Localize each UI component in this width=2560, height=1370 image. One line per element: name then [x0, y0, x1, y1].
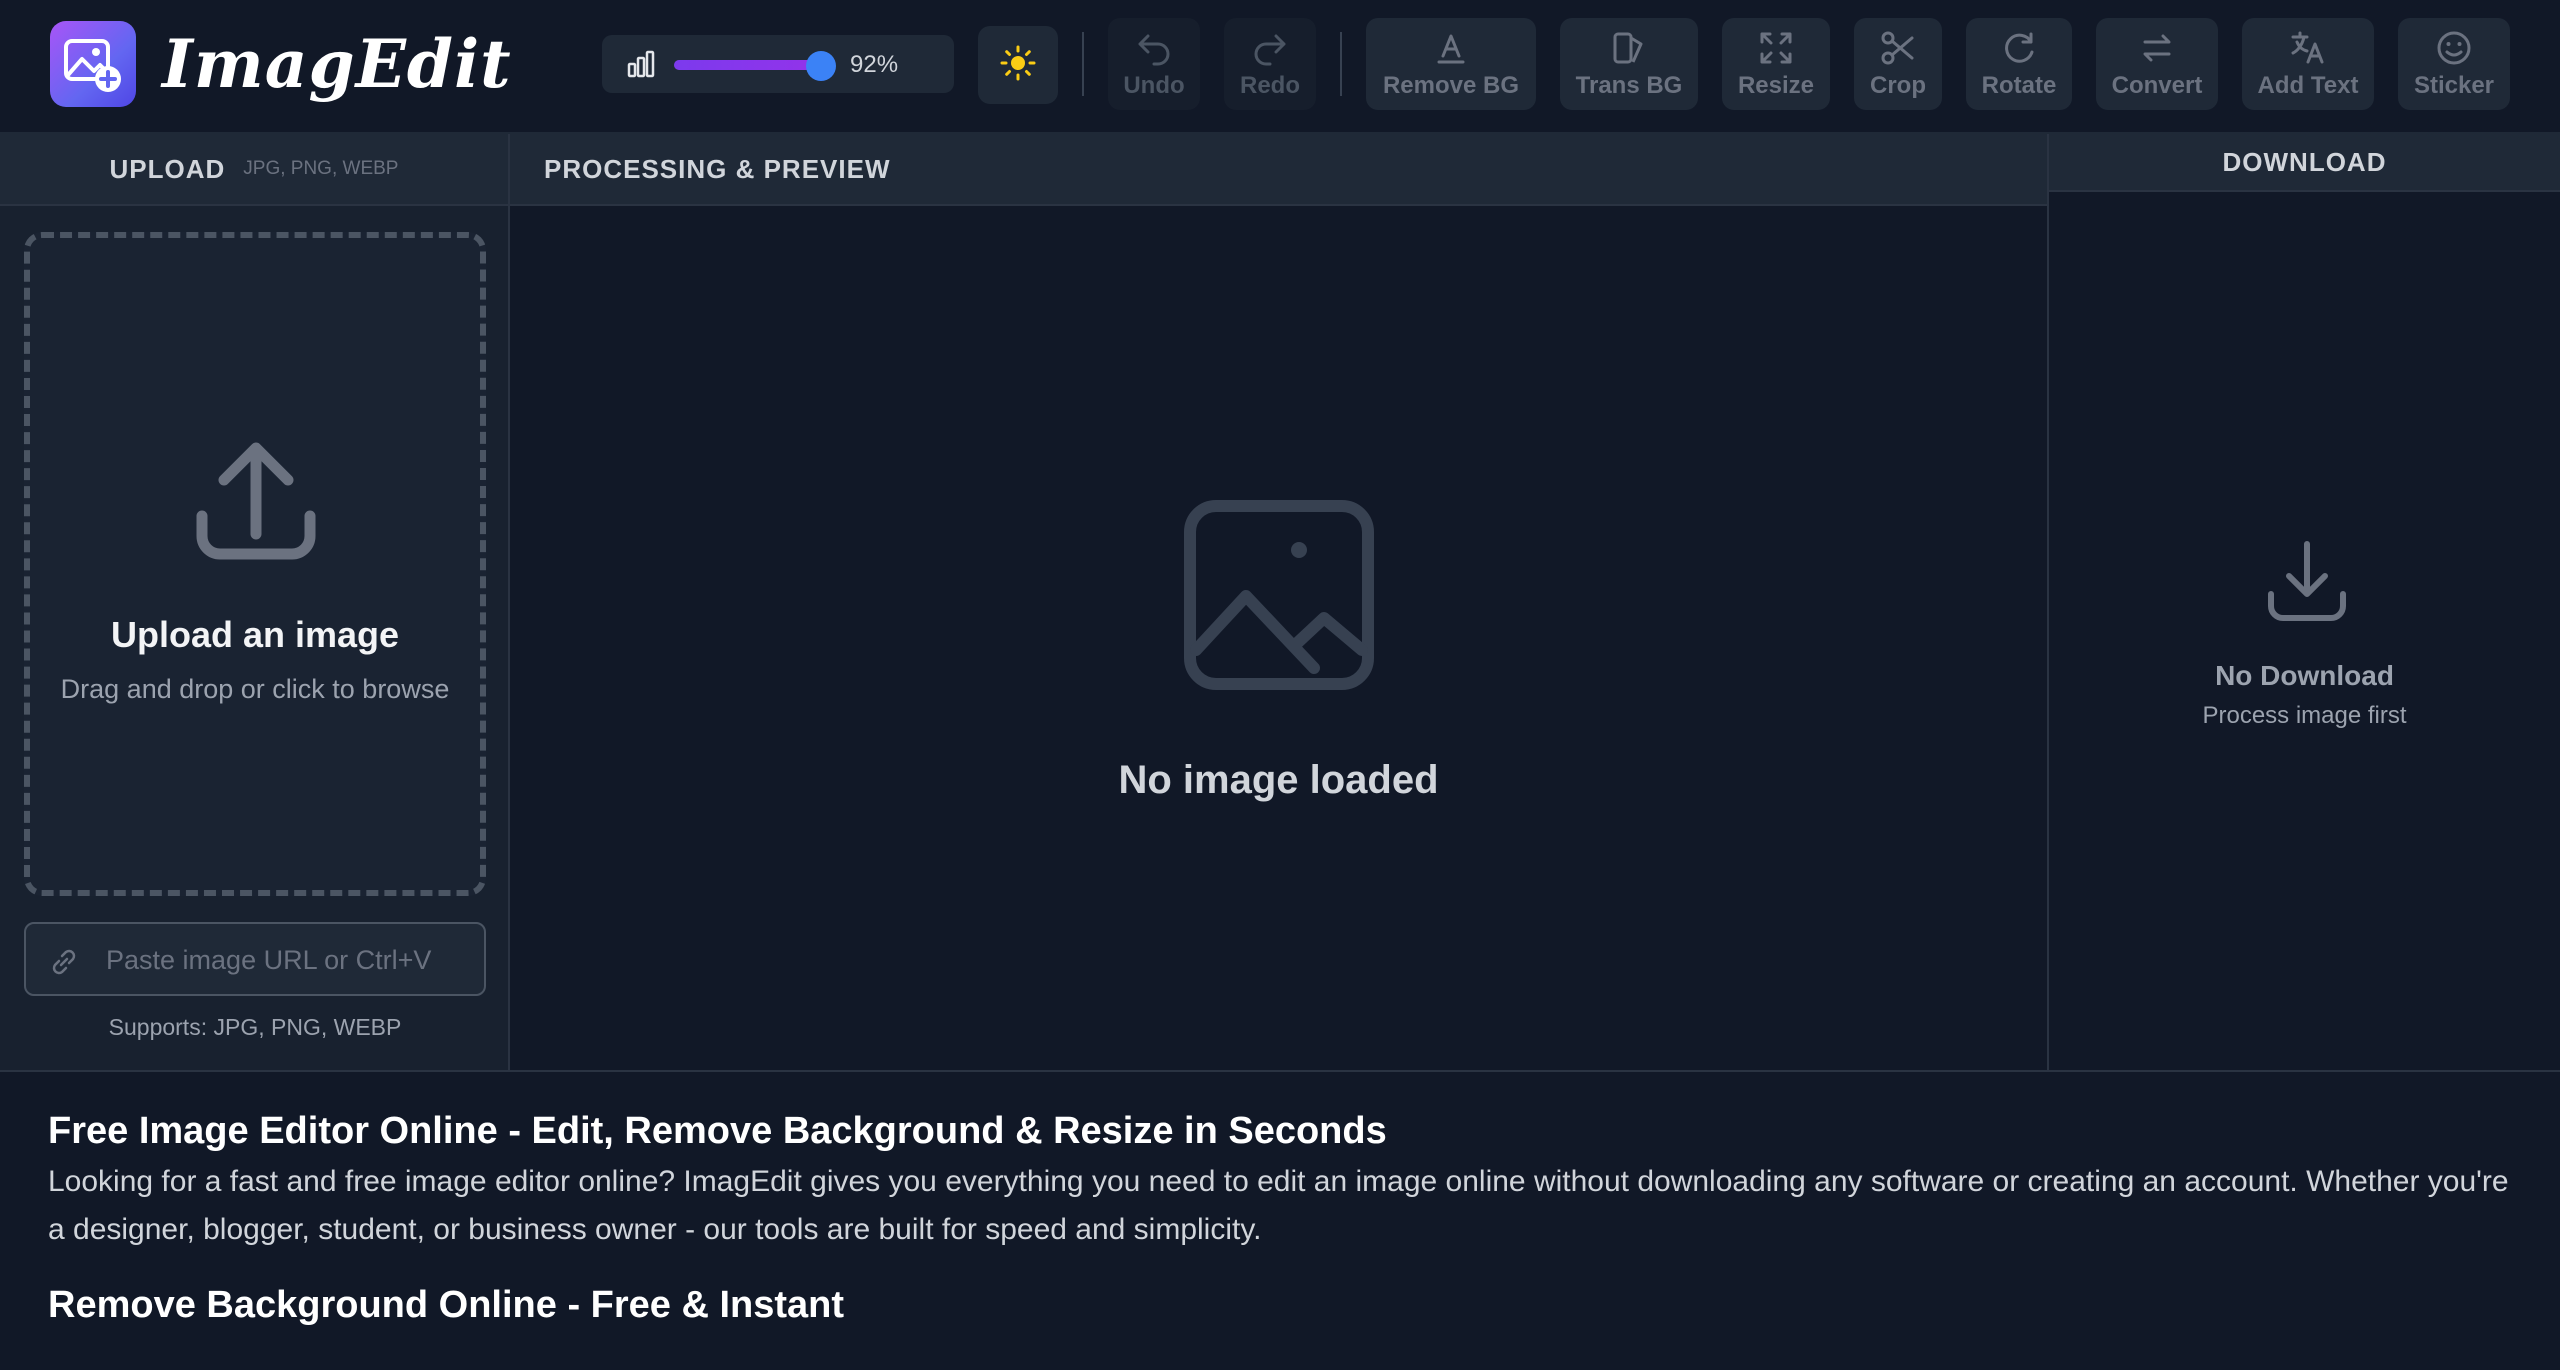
upload-dropzone[interactable]: Upload an image Drag and drop or click t…: [24, 232, 486, 896]
content-paragraph-1: Looking for a fast and free image editor…: [48, 1165, 2509, 1246]
seo-content: Free Image Editor Online - Edit, Remove …: [0, 1070, 2560, 1370]
rotate-icon: [1999, 28, 2039, 68]
convert-icon: [2137, 28, 2177, 68]
zoom-control: 92%: [602, 35, 954, 93]
preview-panel-header: PROCESSING & PREVIEW: [510, 134, 2047, 206]
toolbar-divider: [1340, 32, 1342, 96]
trans-bg-button[interactable]: Trans BG: [1560, 18, 1698, 110]
redo-button[interactable]: Redo: [1224, 18, 1316, 110]
download-header-title: DOWNLOAD: [2222, 146, 2387, 177]
zoom-value: 92%: [850, 51, 899, 78]
upload-icon: [194, 438, 318, 567]
preview-panel: PROCESSING & PREVIEW No image loaded: [510, 134, 2047, 1070]
rotate-label: Rotate: [1981, 72, 2057, 99]
crop-button[interactable]: Crop: [1854, 18, 1942, 110]
supported-formats-text: Supports: JPG, PNG, WEBP: [108, 1014, 402, 1040]
preview-header-title: PROCESSING & PREVIEW: [544, 153, 891, 184]
transparency-icon: [1609, 28, 1649, 68]
translate-icon: [2288, 28, 2328, 68]
zoom-slider-fill: [674, 60, 822, 70]
upload-panel: UPLOAD JPG, PNG, WEBP Upload an image Dr…: [0, 134, 510, 1070]
smiley-icon: [2434, 28, 2474, 68]
sticker-button[interactable]: Sticker: [2398, 18, 2510, 110]
trans-bg-label: Trans BG: [1575, 72, 1683, 99]
download-icon: [2265, 538, 2349, 627]
image-url-input[interactable]: [106, 938, 466, 982]
theme-toggle-button[interactable]: [978, 26, 1058, 104]
download-panel-header: DOWNLOAD: [2049, 134, 2560, 192]
eraser-icon: [1431, 28, 1471, 68]
download-panel: DOWNLOAD No Download Process image first: [2047, 134, 2560, 1070]
link-icon: [48, 946, 80, 983]
no-download-subtitle: Process image first: [2202, 702, 2407, 729]
add-text-label: Add Text: [2257, 72, 2359, 99]
resize-button[interactable]: Resize: [1722, 18, 1830, 110]
upload-header-title: UPLOAD: [109, 153, 226, 184]
scissors-icon: [1878, 28, 1918, 68]
upload-subtitle: Drag and drop or click to browse: [60, 674, 450, 704]
upload-panel-header: UPLOAD JPG, PNG, WEBP: [0, 134, 508, 206]
no-download-title: No Download: [2215, 660, 2394, 691]
content-heading-1: Free Image Editor Online - Edit, Remove …: [48, 1110, 1387, 1152]
undo-icon: [1134, 28, 1174, 68]
resize-label: Resize: [1737, 72, 1815, 99]
sun-icon: [1000, 45, 1036, 86]
content-heading-2: Remove Background Online - Free & Instan…: [48, 1284, 845, 1326]
remove-bg-button[interactable]: Remove BG: [1366, 18, 1536, 110]
no-image-text: No image loaded: [1118, 758, 1439, 802]
resize-icon: [1756, 28, 1796, 68]
remove-bg-label: Remove BG: [1382, 72, 1520, 99]
redo-icon: [1250, 28, 1290, 68]
upload-header-formats: JPG, PNG, WEBP: [243, 158, 399, 179]
bar-chart-icon: [626, 49, 656, 84]
url-input-box: [24, 922, 486, 996]
rotate-button[interactable]: Rotate: [1966, 18, 2072, 110]
undo-label: Undo: [1123, 72, 1185, 99]
top-toolbar: ImagEdit 92% Undo Redo Remove BG Trans B…: [0, 0, 2560, 134]
logo-image-plus-icon: [50, 21, 136, 107]
undo-button[interactable]: Undo: [1108, 18, 1200, 110]
app-name: ImagEdit: [162, 25, 512, 103]
redo-label: Redo: [1240, 72, 1300, 99]
convert-button[interactable]: Convert: [2096, 18, 2218, 110]
image-placeholder-icon: [1184, 500, 1374, 695]
upload-title: Upload an image: [110, 614, 400, 655]
toolbar-divider: [1082, 32, 1084, 96]
crop-label: Crop: [1870, 72, 1926, 99]
zoom-slider-handle[interactable]: [806, 51, 837, 81]
add-text-button[interactable]: Add Text: [2242, 18, 2374, 110]
convert-label: Convert: [2111, 72, 2203, 99]
sticker-label: Sticker: [2413, 72, 2495, 99]
logo[interactable]: ImagEdit: [50, 21, 512, 107]
